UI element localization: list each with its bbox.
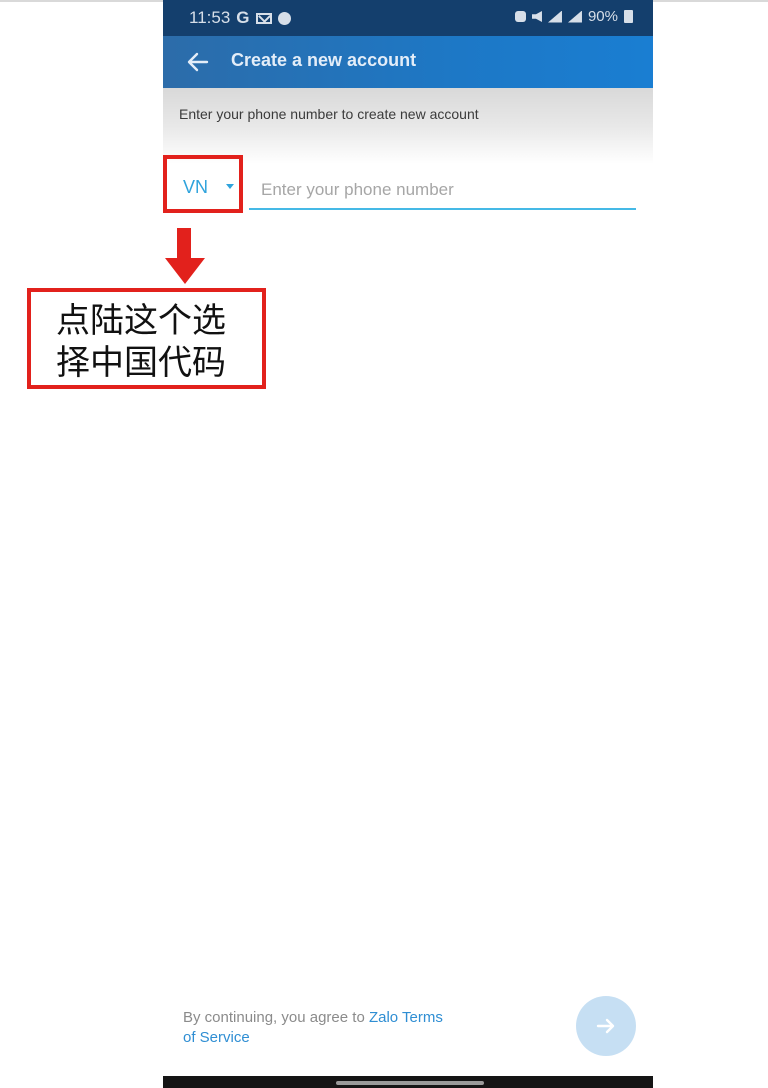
terms-prefix: By continuing, you agree to bbox=[183, 1009, 369, 1026]
google-icon: G bbox=[236, 8, 250, 27]
annotation-note-box: 点陆这个选 择中国代码 bbox=[27, 288, 266, 389]
back-arrow-icon[interactable] bbox=[185, 49, 211, 75]
instruction-text: Enter your phone number to create new ac… bbox=[179, 106, 479, 122]
annotation-highlight-box bbox=[163, 155, 243, 213]
next-button[interactable] bbox=[576, 996, 636, 1056]
mail-icon bbox=[255, 12, 272, 24]
annotation-note-text: 点陆这个选 择中国代码 bbox=[56, 300, 246, 384]
terms-link[interactable]: Zalo Terms bbox=[369, 1009, 443, 1026]
mute-icon bbox=[531, 11, 542, 22]
annotation-note-line-1: 点陆这个选 bbox=[56, 301, 226, 341]
messenger-icon bbox=[277, 11, 291, 25]
status-time: 11:53 bbox=[189, 8, 231, 27]
instruction-banner: Enter your phone number to create new ac… bbox=[163, 88, 653, 164]
app-bar: Create a new account bbox=[163, 36, 653, 88]
alarm-icon bbox=[514, 11, 526, 22]
annotation-note-line-2: 择中国代码 bbox=[56, 343, 226, 383]
terms-notice: By continuing, you agree to Zalo Terms of… bbox=[183, 1008, 503, 1048]
wifi-icon bbox=[547, 10, 562, 23]
battery-icon bbox=[624, 10, 633, 23]
annotation-arrow-icon bbox=[165, 228, 205, 284]
home-indicator[interactable] bbox=[336, 1081, 484, 1085]
status-bar: 11:53 G 90% bbox=[163, 0, 653, 36]
phone-number-input[interactable] bbox=[249, 172, 636, 210]
status-right: 90% bbox=[514, 8, 633, 25]
battery-level: 90% bbox=[587, 8, 618, 25]
page-title: Create a new account bbox=[231, 50, 417, 70]
status-left: 11:53 G bbox=[189, 8, 291, 28]
signal-icon bbox=[567, 10, 582, 23]
next-arrow-icon bbox=[596, 1018, 615, 1034]
terms-link-continued[interactable]: of Service bbox=[183, 1029, 250, 1046]
